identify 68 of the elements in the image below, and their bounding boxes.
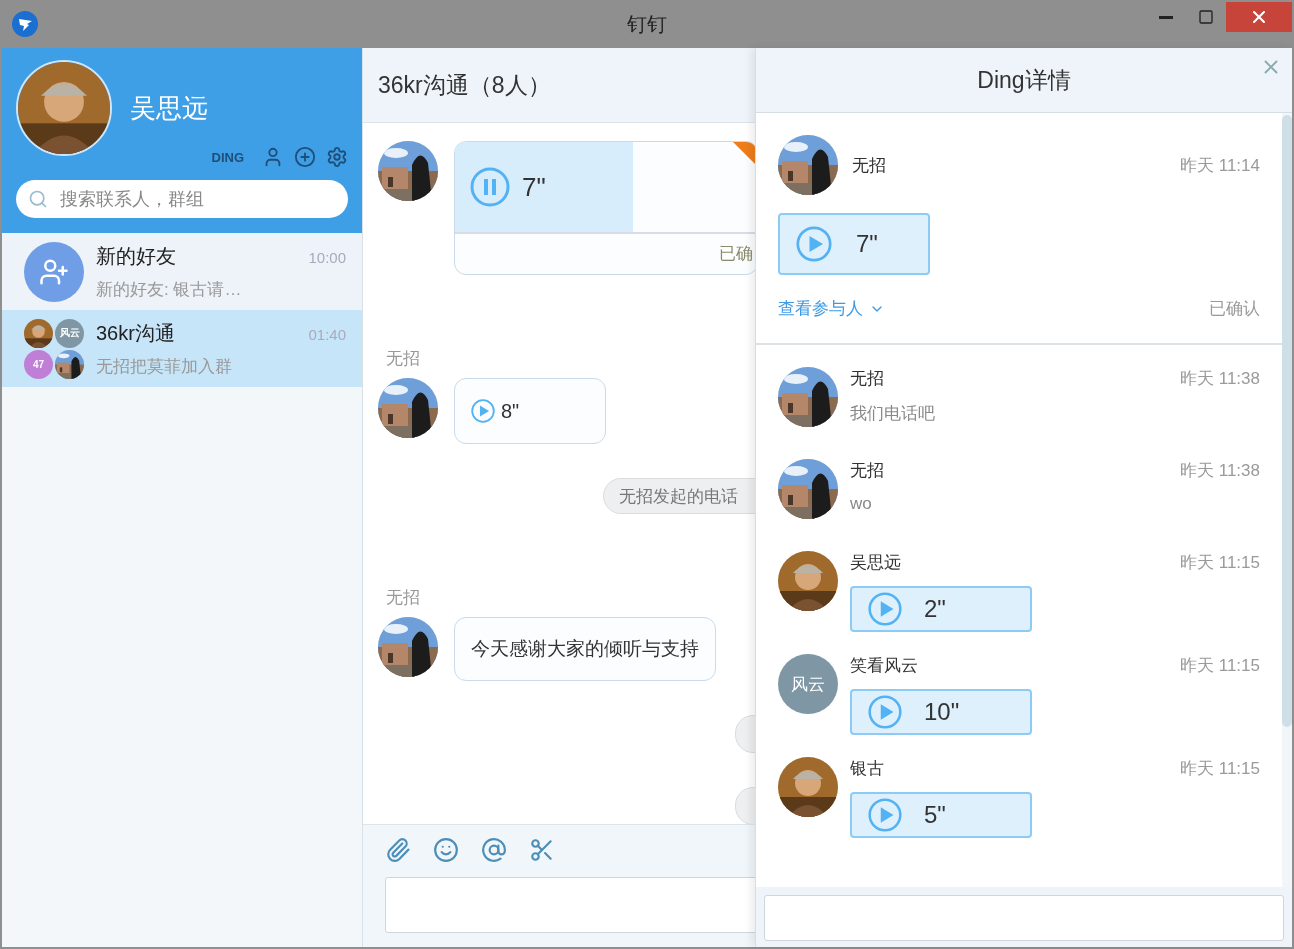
search-input[interactable]: 搜索联系人，群组	[58, 187, 336, 211]
confirm-status: 已确认	[1209, 298, 1260, 320]
conversation-preview: 无招把莫菲加入群	[96, 355, 233, 378]
conversation-item[interactable]: 风云 47 36kr沟通 01:40 无招把莫菲加入群	[2, 310, 362, 387]
sender-name: 无招	[850, 460, 884, 482]
sender-name: 无招	[852, 154, 886, 177]
sender-name: 银古	[850, 758, 884, 780]
message-time: 昨天 11:38	[1180, 460, 1260, 482]
panel-title: Ding详情	[977, 65, 1071, 95]
emoji-icon[interactable]	[433, 837, 459, 863]
message-time: 昨天 11:38	[1180, 368, 1260, 390]
confirm-status: 已确	[719, 243, 754, 265]
play-icon	[868, 798, 902, 832]
scrollbar[interactable]	[1282, 113, 1292, 887]
voice-duration: 8"	[501, 399, 520, 423]
sender-name: 吴思远	[850, 552, 901, 574]
settings-icon[interactable]	[326, 146, 348, 168]
play-icon	[471, 399, 495, 423]
maximize-icon	[1198, 9, 1214, 25]
user-name: 吴思远	[130, 91, 208, 125]
voice-duration: 5"	[924, 801, 946, 829]
message-input[interactable]	[385, 877, 755, 933]
conversation-name: 36kr沟通	[96, 320, 175, 346]
play-icon	[868, 592, 902, 626]
voice-message[interactable]: 8"	[454, 378, 606, 444]
group-member-avatar: 风云	[55, 318, 84, 348]
window-title: 钉钉	[627, 11, 667, 37]
system-notice: 无招发起的电话	[603, 478, 755, 514]
conversation-name: 新的好友	[96, 243, 176, 269]
play-icon	[796, 226, 832, 262]
group-member-avatar: 47	[24, 349, 53, 379]
sender-name: 无招	[850, 368, 884, 390]
app-logo	[12, 11, 38, 37]
voice-duration: 2"	[924, 595, 946, 623]
voice-message[interactable]: 2"	[850, 586, 1032, 632]
message-time: 昨天 11:15	[1180, 758, 1260, 780]
conversation-preview: 新的好友: 银古请…	[96, 278, 243, 301]
add-icon[interactable]	[294, 146, 316, 168]
chat-title: 36kr沟通（8人）	[363, 48, 755, 123]
message-time: 昨天 11:15	[1180, 552, 1260, 574]
voice-duration: 7"	[522, 171, 546, 203]
sender-name: 笑看风云	[850, 655, 918, 677]
ding-message[interactable]: 7" 已确	[454, 141, 755, 275]
reply-text: 我们电话吧	[850, 403, 936, 425]
conversation-time: 10:00	[308, 248, 346, 266]
search-icon	[28, 189, 48, 209]
scissors-icon[interactable]	[529, 837, 555, 863]
play-icon	[868, 695, 902, 729]
message-text: 今天感谢大家的倾听与支持	[454, 617, 716, 681]
avatar: 风云	[778, 654, 838, 714]
voice-message[interactable]: 7"	[778, 213, 930, 275]
message-time: 昨天 11:15	[1180, 655, 1260, 677]
sender-name: 无招	[385, 587, 421, 609]
voice-message[interactable]: 5"	[850, 792, 1032, 838]
minimize-icon	[1159, 15, 1173, 19]
voice-duration: 7"	[856, 230, 878, 258]
message-time: 昨天 11:14	[1180, 154, 1260, 177]
attachment-icon[interactable]	[385, 837, 411, 863]
conversation-item[interactable]: 新的好友 10:00 新的好友: 银古请…	[2, 233, 362, 310]
search-field[interactable]: 搜索联系人，群组	[16, 180, 348, 218]
conversation-time: 01:40	[308, 325, 346, 343]
close-button[interactable]	[1226, 2, 1292, 32]
reply-input[interactable]	[764, 895, 1284, 941]
voice-message[interactable]: 10"	[850, 689, 1032, 735]
voice-duration: 10"	[924, 698, 960, 726]
mention-icon[interactable]	[481, 837, 507, 863]
sender-name: 无招	[385, 348, 421, 370]
reply-text: wo	[850, 494, 873, 514]
